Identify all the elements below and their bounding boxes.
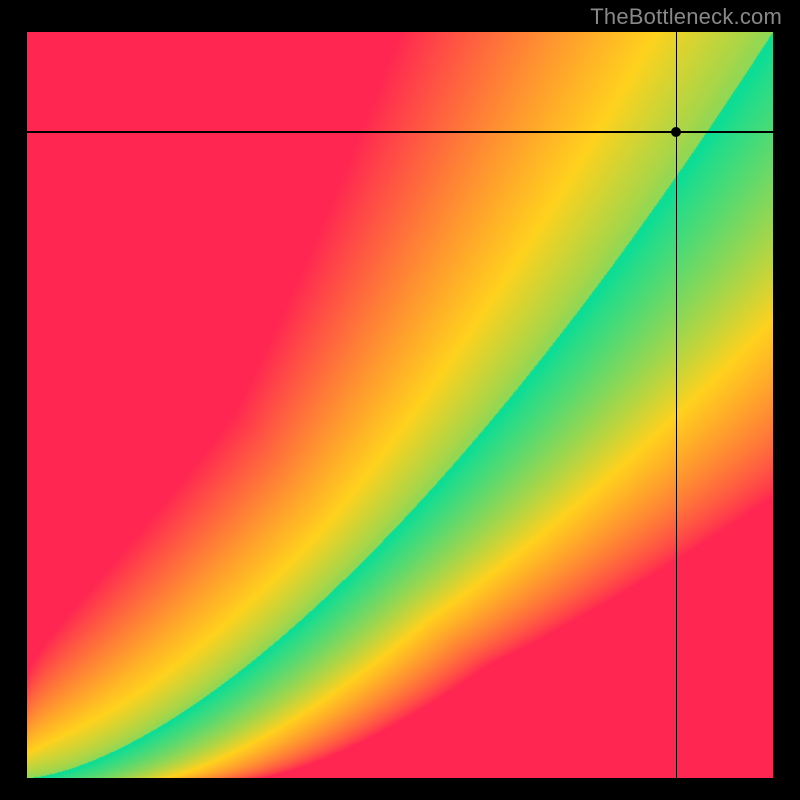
crosshair-vertical [676, 32, 678, 778]
attribution-text: TheBottleneck.com [590, 4, 782, 30]
crosshair-horizontal [27, 131, 773, 133]
crosshair-point [671, 127, 681, 137]
heatmap-plot [27, 32, 773, 778]
heatmap-canvas [27, 32, 773, 778]
